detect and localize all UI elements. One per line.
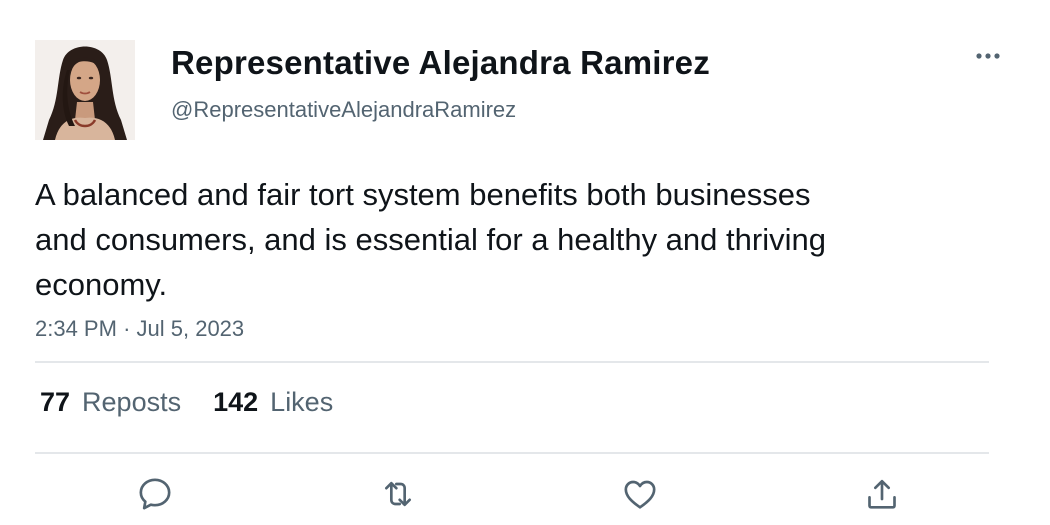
tweet-text: A balanced and fair tort system benefits… xyxy=(35,177,826,302)
avatar-photo xyxy=(35,40,135,140)
share-button[interactable] xyxy=(860,472,904,516)
tweet-date: Jul 5, 2023 xyxy=(136,316,245,341)
reposts-count: 77 xyxy=(40,387,71,417)
tweet-card: Representative Alejandra Ramirez @Repres… xyxy=(0,0,1050,525)
like-button[interactable] xyxy=(618,472,662,516)
tweet-timestamp[interactable]: 2:34 PM · Jul 5, 2023 xyxy=(35,316,244,342)
repost-button[interactable] xyxy=(376,472,420,516)
likes-count: 142 xyxy=(213,387,259,417)
reply-button[interactable] xyxy=(133,472,177,516)
likes-stat[interactable]: 142 Likes xyxy=(213,387,333,418)
engagement-stats: 77 Reposts 142 Likes xyxy=(40,387,333,418)
reposts-label: Reposts xyxy=(82,387,182,417)
divider xyxy=(35,361,989,363)
timestamp-separator: · xyxy=(123,316,131,341)
like-icon xyxy=(624,480,656,509)
share-icon xyxy=(868,479,896,509)
reposts-stat[interactable]: 77 Reposts xyxy=(40,387,181,418)
author-handle[interactable]: @RepresentativeAlejandraRamirez xyxy=(171,97,516,123)
repost-icon xyxy=(385,481,411,507)
author-display-name[interactable]: Representative Alejandra Ramirez xyxy=(171,44,710,82)
tweet-time: 2:34 PM xyxy=(35,316,117,341)
author-avatar[interactable] xyxy=(35,40,135,140)
divider xyxy=(35,452,989,454)
reply-icon xyxy=(139,478,171,510)
likes-label: Likes xyxy=(270,387,334,417)
more-options-button[interactable] xyxy=(970,44,1006,68)
action-bar xyxy=(0,470,1050,525)
more-dots-icon xyxy=(976,53,1000,59)
